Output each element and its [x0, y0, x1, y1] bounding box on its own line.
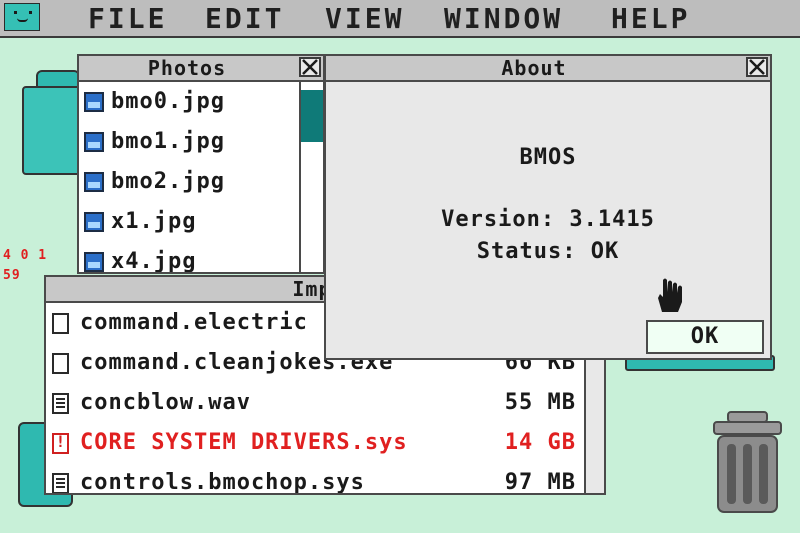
hand-cursor-icon — [658, 278, 682, 312]
version-text: Version: 3.1415 — [441, 207, 655, 232]
about-body: BMOS Version: 3.1415 Status: OK OK — [326, 82, 770, 358]
photo-item[interactable]: bmo1.jpg — [79, 122, 299, 162]
file-row[interactable]: concblow.wav 55 MB — [46, 383, 586, 423]
menu-bar: FILE EDIT VIEW WINDOW HELP — [0, 0, 800, 38]
menu-view[interactable]: VIEW — [325, 3, 404, 35]
photos-titlebar[interactable]: Photos — [79, 56, 323, 82]
photo-name: x4.jpg — [111, 249, 197, 274]
image-file-icon — [84, 252, 104, 272]
photos-title: Photos — [147, 56, 227, 80]
about-title: About — [501, 56, 567, 80]
folder-icon[interactable] — [22, 70, 82, 175]
menu-edit[interactable]: EDIT — [205, 3, 284, 35]
file-name: controls.bmochop.sys — [80, 470, 365, 495]
photos-file-list: bmo0.jpg bmo1.jpg bmo2.jpg x1.jpg x4.jpg — [79, 82, 299, 274]
counter-line-1: 4 0 1 — [3, 248, 48, 263]
image-file-icon — [84, 172, 104, 192]
trash-can-icon[interactable] — [710, 410, 785, 515]
photo-item[interactable]: x4.jpg — [79, 242, 299, 274]
folder-body — [22, 86, 82, 175]
image-file-icon — [84, 212, 104, 232]
photos-scrollbar[interactable] — [299, 82, 323, 272]
menu-help[interactable]: HELP — [611, 3, 690, 35]
file-name: concblow.wav — [80, 390, 251, 415]
blank-file-icon — [52, 313, 69, 334]
bmo-face-logo[interactable] — [4, 3, 40, 31]
photos-close-button[interactable] — [299, 57, 321, 77]
file-name: CORE SYSTEM DRIVERS.sys — [80, 430, 408, 455]
logo-mouth — [17, 18, 28, 22]
document-icon — [52, 473, 69, 493]
close-icon — [302, 59, 318, 75]
file-size: 14 GB — [504, 430, 576, 455]
file-row[interactable]: controls.bmochop.sys 97 MB — [46, 463, 586, 495]
logo-left-eye — [14, 11, 17, 14]
blank-file-icon — [52, 353, 69, 374]
app-name: BMOS — [519, 145, 577, 170]
image-file-icon — [84, 132, 104, 152]
warning-icon — [52, 432, 69, 454]
photo-name: bmo0.jpg — [111, 89, 225, 114]
photo-name: bmo2.jpg — [111, 169, 225, 194]
file-size: 97 MB — [504, 470, 576, 495]
about-titlebar[interactable]: About — [326, 56, 770, 82]
file-name: command.electric — [80, 310, 308, 335]
photo-item[interactable]: bmo2.jpg — [79, 162, 299, 202]
about-dialog: About BMOS Version: 3.1415 Status: OK OK — [324, 54, 772, 360]
image-file-icon — [84, 92, 104, 112]
file-size: 55 MB — [504, 390, 576, 415]
ok-button[interactable]: OK — [646, 320, 764, 354]
photo-name: x1.jpg — [111, 209, 197, 234]
about-close-button[interactable] — [746, 57, 768, 77]
close-icon — [749, 59, 765, 75]
photos-scrollbar-thumb[interactable] — [301, 90, 323, 142]
logo-right-eye — [29, 11, 32, 14]
document-icon — [52, 393, 69, 414]
status-text: Status: OK — [476, 239, 620, 264]
file-row-danger[interactable]: CORE SYSTEM DRIVERS.sys 14 GB — [46, 423, 586, 463]
menu-file[interactable]: FILE — [88, 3, 167, 35]
menu-window[interactable]: WINDOW — [444, 3, 563, 35]
photo-name: bmo1.jpg — [111, 129, 225, 154]
photo-item[interactable]: x1.jpg — [79, 202, 299, 242]
photos-window: Photos bmo0.jpg bmo1.jpg bmo2.jpg x1.jpg… — [77, 54, 325, 274]
photo-item[interactable]: bmo0.jpg — [79, 82, 299, 122]
